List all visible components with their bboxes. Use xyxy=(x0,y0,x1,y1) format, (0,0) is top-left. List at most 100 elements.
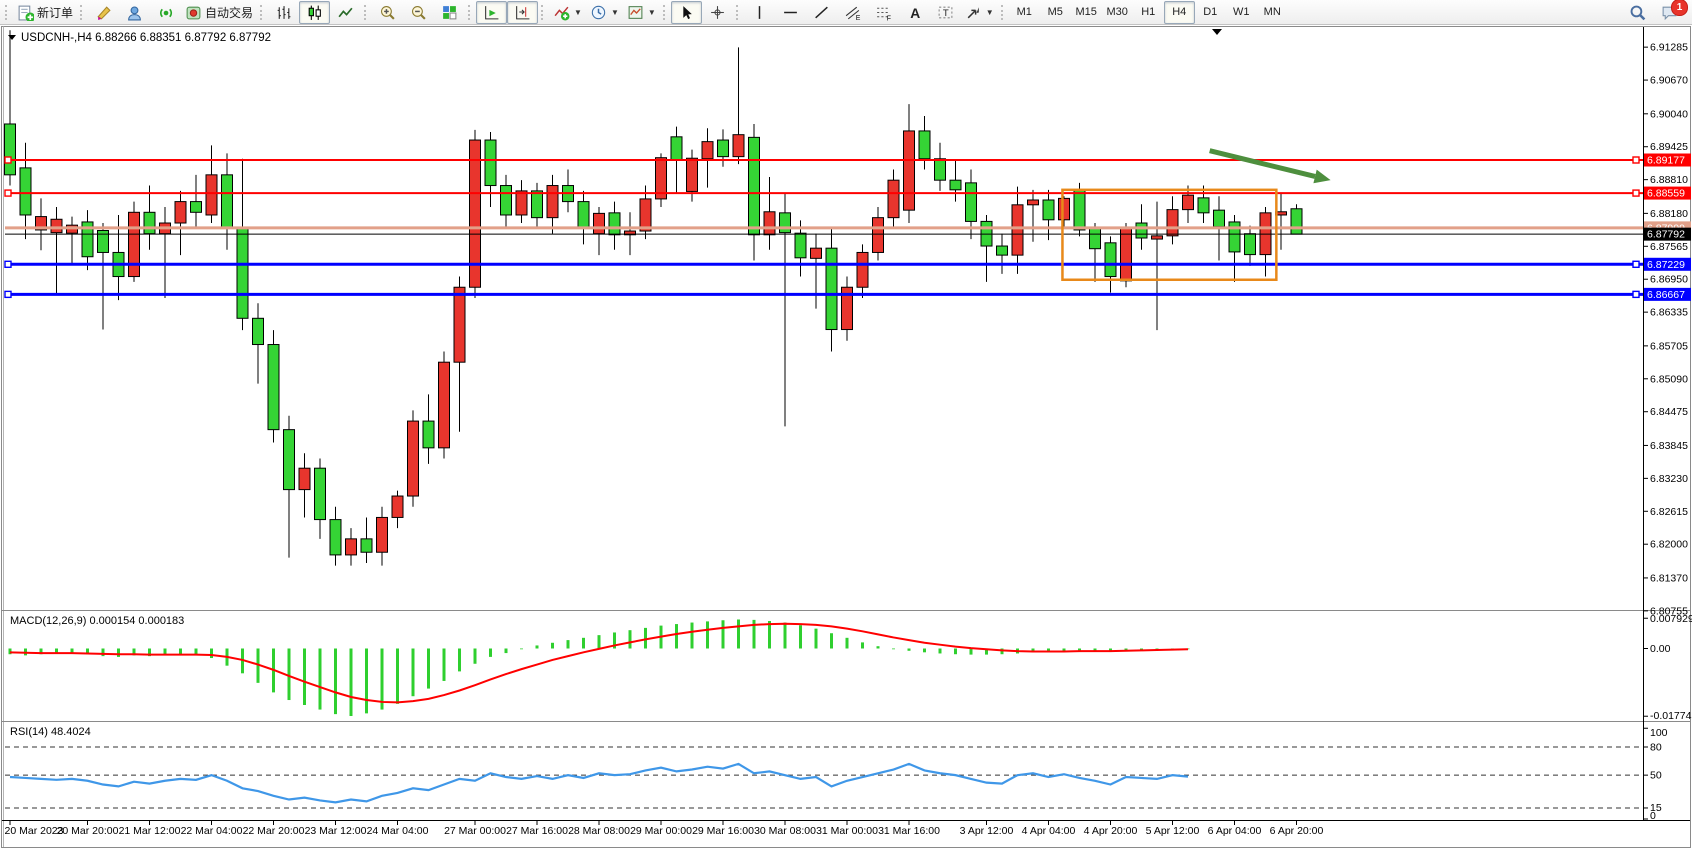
new-order-button-label: 新订单 xyxy=(37,4,73,21)
tf-mn-button[interactable]: MN xyxy=(1257,1,1288,24)
hline-icon xyxy=(782,4,799,21)
candlestick xyxy=(392,496,403,517)
candlestick xyxy=(1028,200,1039,205)
chart-shift-button[interactable] xyxy=(507,1,538,24)
line-handle[interactable] xyxy=(5,157,11,163)
macd-min-label: -0.017743 xyxy=(1650,710,1692,722)
signals-button[interactable] xyxy=(150,1,181,24)
application-window: { "toolbar": { "left_groups": [ {"name":… xyxy=(0,0,1692,849)
candlestick xyxy=(1214,210,1225,227)
toolbar-group-orders: 新订单 xyxy=(2,0,77,25)
brush-icon xyxy=(95,4,112,21)
templates-button[interactable]: ▼ xyxy=(623,1,660,24)
notifications-button[interactable]: 1 xyxy=(1656,1,1682,23)
vertical-line-button[interactable] xyxy=(744,1,775,24)
line-handle[interactable] xyxy=(1633,190,1639,196)
candlestick xyxy=(671,137,682,160)
tf-w1-button[interactable]: W1 xyxy=(1226,1,1257,24)
toolbar-grip xyxy=(541,5,545,20)
toolbar-group-quick: 自动交易 xyxy=(77,0,257,25)
tile-windows-button[interactable] xyxy=(434,1,465,24)
candlestick xyxy=(1074,190,1085,230)
macd-max-label: 0.007929 xyxy=(1650,613,1692,625)
candlestick xyxy=(997,246,1008,255)
x-tick-label: 24 Mar 04:00 xyxy=(367,825,429,837)
line-handle[interactable] xyxy=(5,190,11,196)
candlestick xyxy=(454,287,465,362)
candlestick xyxy=(408,421,419,496)
candlestick xyxy=(888,180,899,217)
y-tick-label: 6.83230 xyxy=(1650,473,1688,485)
candlestick xyxy=(609,213,620,235)
candlestick xyxy=(268,345,279,430)
toolbar-group-scroll xyxy=(465,0,538,25)
line-handle[interactable] xyxy=(1633,261,1639,267)
market-watch-button[interactable] xyxy=(119,1,150,24)
candlestick xyxy=(346,539,357,555)
svg-text:E: E xyxy=(855,14,860,20)
candlestick-button[interactable] xyxy=(299,1,330,24)
toolbar-right: 1 xyxy=(1624,1,1690,23)
tf-d1-button[interactable]: D1 xyxy=(1195,1,1226,24)
trendline-button[interactable] xyxy=(806,1,837,24)
x-tick-label: 6 Apr 20:00 xyxy=(1270,825,1324,837)
candlestick xyxy=(1136,223,1147,238)
tf-m5-button[interactable]: M5 xyxy=(1040,1,1071,24)
x-tick-label: 20 Mar 2023 xyxy=(5,825,64,837)
zoom-out-button[interactable] xyxy=(403,1,434,24)
channel-button[interactable]: E xyxy=(837,1,868,24)
autotrading-button[interactable]: 自动交易 xyxy=(181,1,257,24)
bar-chart-button[interactable] xyxy=(268,1,299,24)
new-order-button[interactable]: 新订单 xyxy=(13,1,77,24)
y-tick-label: 6.85090 xyxy=(1650,373,1688,385)
periods-button[interactable]: ▼ xyxy=(586,1,623,24)
candlestick xyxy=(1183,195,1194,209)
candlestick xyxy=(299,468,310,489)
candlestick xyxy=(687,158,698,191)
horizontal-line-button[interactable] xyxy=(775,1,806,24)
candlestick xyxy=(749,137,760,234)
line-handle[interactable] xyxy=(5,291,11,297)
y-tick-label: 6.82615 xyxy=(1650,506,1688,518)
toolbar-group-timeframes: M1M5M15 M30 H1 H4 D1W1MN xyxy=(998,0,1288,25)
x-tick-label: 5 Apr 12:00 xyxy=(1146,825,1200,837)
tf-m30-button[interactable]: M30 xyxy=(1102,1,1133,24)
indicators-button[interactable]: ▼ xyxy=(549,1,586,24)
y-tick-label: 6.84475 xyxy=(1650,406,1688,418)
fibonacci-button[interactable]: F xyxy=(868,1,899,24)
toolbar-group-chart-type xyxy=(257,0,361,25)
cursor-button[interactable] xyxy=(671,1,702,24)
candlestick xyxy=(594,213,605,233)
y-tick-label: 6.87565 xyxy=(1650,241,1688,253)
text-button[interactable]: A xyxy=(899,1,930,24)
arrows-button[interactable]: ▼ xyxy=(961,1,998,24)
channel-icon: E xyxy=(844,4,861,21)
search-button[interactable] xyxy=(1624,1,1650,23)
crosshair-button[interactable] xyxy=(702,1,733,24)
price-tag-label: 6.87229 xyxy=(1647,259,1685,271)
zoom-in-button[interactable] xyxy=(372,1,403,24)
candlestick xyxy=(966,183,977,222)
candlestick xyxy=(315,468,326,519)
styler-button[interactable] xyxy=(88,1,119,24)
rsi-axis-label: 50 xyxy=(1650,770,1662,782)
tf-m30-button-label: M30 xyxy=(1107,6,1128,18)
tf-m15-button[interactable]: M15 xyxy=(1071,1,1102,24)
tf-h4-button[interactable]: H4 xyxy=(1164,1,1195,24)
line-chart-button[interactable] xyxy=(330,1,361,24)
line-handle[interactable] xyxy=(1633,291,1639,297)
x-tick-label: 28 Mar 08:00 xyxy=(568,825,630,837)
x-tick-label: 6 Apr 04:00 xyxy=(1208,825,1262,837)
x-tick-label: 31 Mar 16:00 xyxy=(878,825,940,837)
candlestick xyxy=(578,202,589,229)
tf-m1-button[interactable]: M1 xyxy=(1009,1,1040,24)
tf-h1-button[interactable]: H1 xyxy=(1133,1,1164,24)
chevron-down-icon: ▼ xyxy=(611,8,619,17)
line-handle[interactable] xyxy=(5,261,11,267)
tf-h4-button-label: H4 xyxy=(1172,6,1186,18)
auto-scroll-button[interactable] xyxy=(476,1,507,24)
y-tick-label: 6.88810 xyxy=(1650,174,1688,186)
toolbar-grip xyxy=(260,5,264,20)
line-handle[interactable] xyxy=(1633,157,1639,163)
label-button[interactable]: T xyxy=(930,1,961,24)
